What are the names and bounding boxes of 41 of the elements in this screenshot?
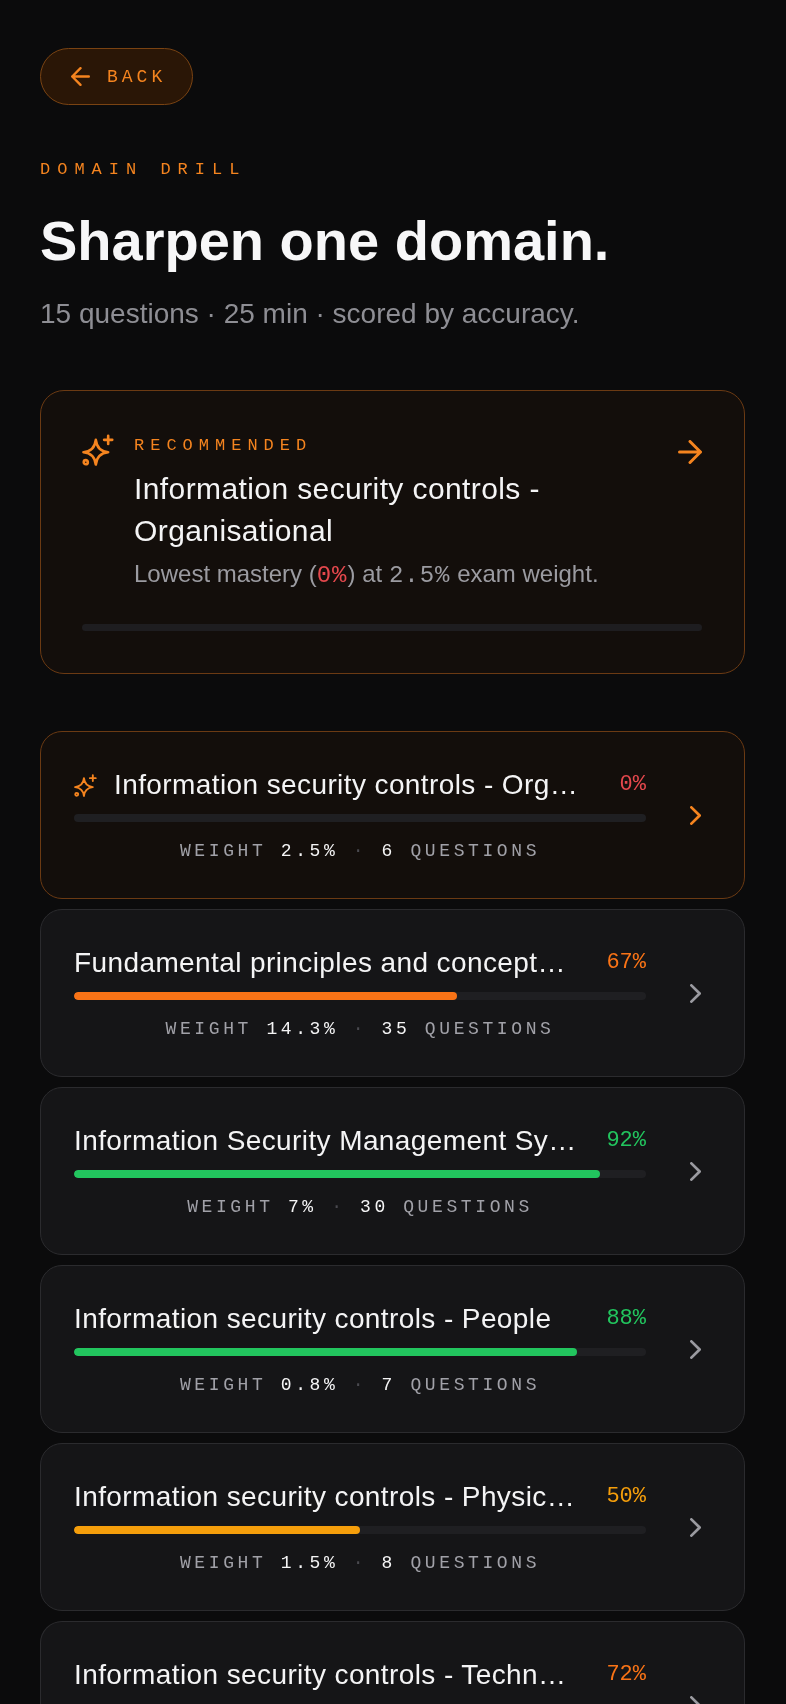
mastery-percent: 72%: [606, 1661, 646, 1689]
domain-card[interactable]: Information Security Management Sy… 92% WEIGHT 7% · 30 QUESTIONS: [40, 1087, 745, 1255]
arrow-right-icon: [678, 440, 702, 464]
mastery-percent: 0%: [619, 771, 646, 799]
meta-text: WEIGHT 0.8% · 7 QUESTIONS: [179, 1374, 541, 1397]
domain-title: Information security controls - Physic…: [74, 1480, 577, 1514]
arrow-left-icon: [71, 67, 90, 86]
page-subtitle: 15 questions · 25 min · scored by accuracy.: [40, 298, 580, 330]
page-title: Sharpen one domain.: [40, 210, 610, 272]
section-label: DOMAIN DRILL: [40, 160, 247, 180]
sparkle-icon: [74, 773, 97, 797]
domain-title: Fundamental principles and concept…: [74, 946, 567, 980]
mastery-percent: 88%: [606, 1305, 646, 1333]
domain-title: Information security controls - Techn…: [74, 1658, 568, 1692]
domain-title: Information security controls - Org…: [114, 768, 580, 802]
mastery-percent: 50%: [606, 1483, 646, 1511]
meta-text: WEIGHT 1.5% · 8 QUESTIONS: [179, 1552, 541, 1575]
chevron-right-icon: [689, 983, 701, 1003]
chevron-right-icon: [689, 1695, 701, 1704]
mastery-percent: 92%: [606, 1127, 646, 1155]
meta-text: WEIGHT 14.3% · 35 QUESTIONS: [165, 1018, 555, 1041]
chevron-right-icon: [689, 1161, 701, 1181]
meta-text: WEIGHT 2.5% · 6 QUESTIONS: [179, 840, 541, 863]
domain-title: Information Security Management Sy…: [74, 1124, 578, 1158]
domain-card[interactable]: Information security controls - Org… 0% WEIGHT 2.5% · 6 QUESTIONS: [40, 731, 745, 899]
chevron-right-icon: [689, 1517, 701, 1537]
meta-text: WEIGHT 7% · 30 QUESTIONS: [187, 1196, 533, 1219]
card-label: RECOMMENDED: [134, 435, 314, 457]
chevron-right-icon: [689, 1339, 701, 1359]
domain-card[interactable]: Information security controls - Physic… 50% WEIGHT 1.5% · 8 QUESTIONS: [40, 1443, 745, 1611]
mastery-percent: 67%: [606, 949, 646, 977]
back-button[interactable]: BACK: [40, 48, 194, 105]
domain-card[interactable]: Information security controls - Techn… 72%: [40, 1621, 745, 1704]
sparkle-icon: [82, 434, 114, 466]
recommended-card[interactable]: RECOMMENDED Information security controls - Organisational Lowest mastery (0%) at 2.5% exam weight.: [40, 390, 745, 674]
domain-card[interactable]: Fundamental principles and concept… 67% WEIGHT 14.3% · 35 QUESTIONS: [40, 909, 745, 1077]
domain-title: Information security controls - People: [74, 1302, 553, 1336]
card-note: Lowest mastery (0%) at 2.5% exam weight.: [134, 559, 600, 591]
card-title: Information security controls - Organisational: [134, 471, 541, 549]
chevron-right-icon: [689, 805, 701, 825]
domain-card[interactable]: Information security controls - People 88% WEIGHT 0.8% · 7 QUESTIONS: [40, 1265, 745, 1433]
